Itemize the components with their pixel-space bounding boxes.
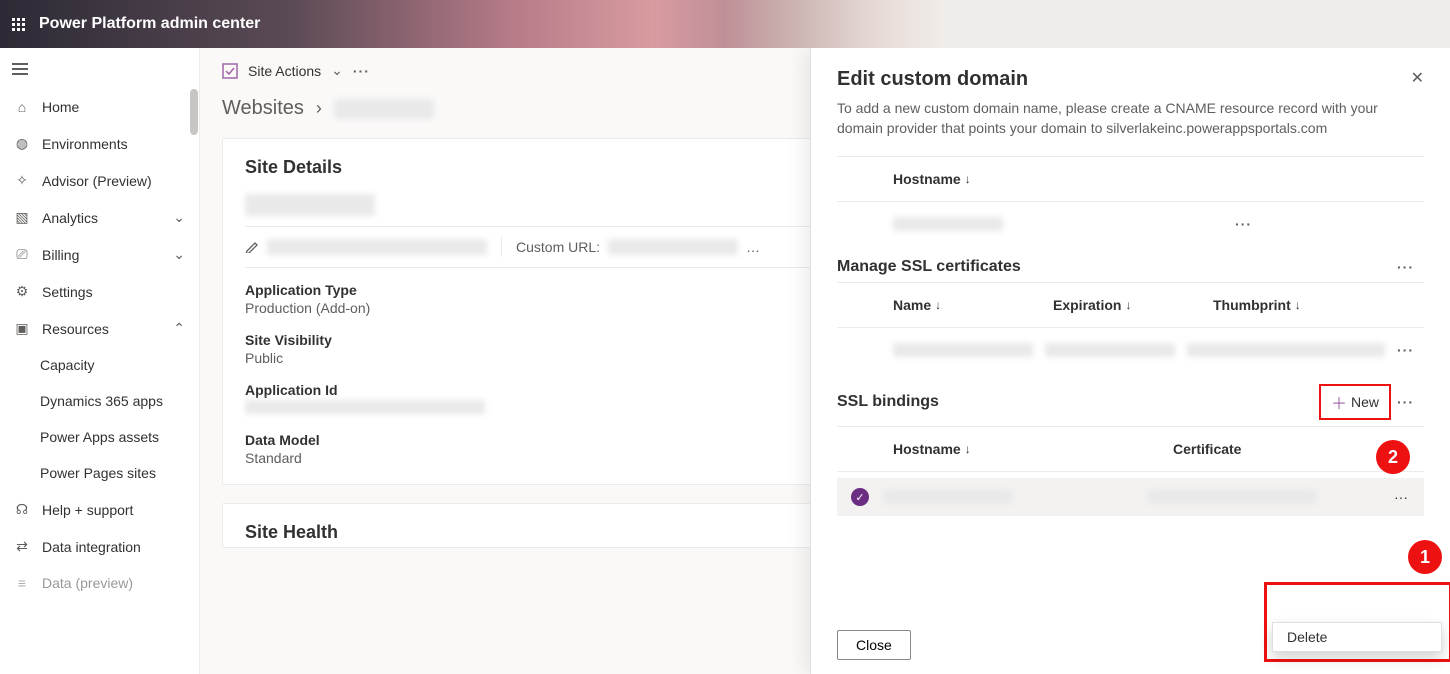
analytics-icon: ▧: [14, 209, 30, 226]
nav-label: Home: [42, 99, 79, 115]
panel-title: Edit custom domain: [837, 68, 1028, 91]
nav-paassets[interactable]: Power Apps assets: [0, 419, 199, 455]
col-expiration[interactable]: Expiration↓: [1053, 297, 1213, 313]
row-selected-icon[interactable]: ✓: [851, 488, 869, 506]
chevron-down-icon: ⌄: [173, 246, 185, 263]
site-actions-menu[interactable]: Site Actions: [248, 63, 321, 79]
callout-frame-1: [1264, 582, 1450, 616]
close-button[interactable]: Close: [837, 630, 911, 660]
col-certificate[interactable]: Certificate: [1173, 441, 1424, 457]
custom-url-label: Custom URL:: [516, 239, 600, 255]
custom-url-value: x: [608, 239, 738, 255]
data-icon: ≡: [14, 575, 30, 591]
col-name[interactable]: Name↓: [893, 297, 1053, 313]
ssl-cert-row[interactable]: x x x ···: [837, 334, 1424, 366]
nav-capacity[interactable]: Capacity: [0, 347, 199, 383]
callout-badge-1: 1: [1408, 540, 1442, 574]
ssl-columns: Name↓ Expiration↓ Thumbprint↓: [837, 289, 1424, 321]
gear-icon: ⚙: [14, 283, 30, 300]
chevron-right-icon: ›: [316, 98, 322, 119]
globe-icon: ◍: [14, 135, 30, 152]
bindings-section-title: SSL bindings: [837, 393, 939, 411]
row-more-icon[interactable]: ···: [1397, 342, 1414, 358]
resources-icon: ▣: [14, 320, 30, 337]
nav-ppsites[interactable]: Power Pages sites: [0, 455, 199, 491]
field-site-visibility: Site Visibility Public: [245, 332, 808, 366]
billing-icon: ⎚: [14, 246, 30, 263]
chevron-up-icon: ⌃: [173, 320, 185, 337]
hostname-row[interactable]: x ···: [837, 208, 1424, 240]
checkbox-icon: [222, 63, 238, 79]
nav-data-preview[interactable]: ≡ Data (preview): [0, 565, 199, 601]
nav-d365[interactable]: Dynamics 365 apps: [0, 383, 199, 419]
ssl-section-more-icon[interactable]: ···: [1397, 259, 1414, 275]
nav-advisor[interactable]: ✧ Advisor (Preview): [0, 162, 199, 199]
binding-row[interactable]: ✓ x x ···: [837, 478, 1424, 516]
close-icon[interactable]: ✕: [1411, 68, 1424, 88]
plus-icon: ＋: [1331, 390, 1347, 414]
nav-label: Billing: [42, 247, 79, 263]
nav-resources[interactable]: ▣ Resources ⌃: [0, 310, 199, 347]
site-url-value: x: [267, 239, 487, 255]
nav-label: Data (preview): [42, 575, 133, 591]
breadcrumb-root[interactable]: Websites: [222, 97, 304, 120]
row-more-icon[interactable]: ···: [1235, 216, 1252, 232]
new-binding-button[interactable]: ＋ New: [1319, 384, 1391, 420]
nav-label: Settings: [42, 284, 93, 300]
nav-label: Resources: [42, 321, 109, 337]
field-application-id: Application Id x: [245, 382, 808, 416]
col-hostname[interactable]: Hostname↓: [893, 441, 1173, 457]
chevron-down-icon: ⌄: [331, 62, 343, 79]
edit-custom-domain-panel: Edit custom domain ✕ To add a new custom…: [810, 48, 1450, 674]
site-name-value: x: [245, 194, 375, 216]
nav-label: Power Apps assets: [40, 429, 159, 445]
nav-settings[interactable]: ⚙ Settings: [0, 273, 199, 310]
nav-dataint[interactable]: ⇄ Data integration: [0, 528, 199, 565]
nav-label: Environments: [42, 136, 128, 152]
col-thumbprint[interactable]: Thumbprint↓: [1213, 297, 1424, 313]
nav-label: Dynamics 365 apps: [40, 393, 163, 409]
nav-billing[interactable]: ⎚ Billing ⌄: [0, 236, 199, 273]
chevron-down-icon: ⌄: [173, 209, 185, 226]
new-label: New: [1351, 394, 1379, 410]
col-hostname[interactable]: Hostname ↓: [893, 171, 971, 187]
nav-analytics[interactable]: ▧ Analytics ⌄: [0, 199, 199, 236]
hostnames-header: Hostname ↓: [837, 163, 1424, 195]
nav-help[interactable]: ☊ Help + support: [0, 491, 199, 528]
nav-label: Analytics: [42, 210, 98, 226]
field-application-type: Application Type Production (Add-on): [245, 282, 808, 316]
nav-label: Advisor (Preview): [42, 173, 152, 189]
home-icon: ⌂: [14, 99, 30, 115]
nav-label: Data integration: [42, 539, 141, 555]
nav-scrollbar[interactable]: [190, 89, 198, 135]
breadcrumb-current: x: [334, 99, 434, 119]
nav-environments[interactable]: ◍ Environments: [0, 125, 199, 162]
data-int-icon: ⇄: [14, 538, 30, 555]
headset-icon: ☊: [14, 501, 30, 518]
row-more-icon[interactable]: ···: [1394, 489, 1408, 505]
app-launcher-icon[interactable]: [12, 18, 25, 31]
advisor-icon: ✧: [14, 172, 30, 189]
ssl-section-title: Manage SSL certificates: [837, 258, 1021, 276]
more-icon[interactable]: …: [746, 239, 760, 255]
nav-label: Help + support: [42, 502, 133, 518]
nav-collapse-button[interactable]: [0, 48, 199, 89]
nav-label: Capacity: [40, 357, 94, 373]
nav-label: Power Pages sites: [40, 465, 156, 481]
nav-home[interactable]: ⌂ Home: [0, 89, 199, 125]
edit-url-icon[interactable]: [245, 239, 259, 256]
panel-description: To add a new custom domain name, please …: [837, 99, 1424, 138]
left-nav: ⌂ Home ◍ Environments ✧ Advisor (Preview…: [0, 48, 200, 674]
bindings-more-icon[interactable]: ···: [1397, 394, 1414, 410]
bindings-columns: Hostname↓ Certificate: [837, 433, 1424, 465]
sort-down-icon: ↓: [965, 172, 971, 186]
card-title: Site Details: [245, 157, 342, 178]
app-title: Power Platform admin center: [39, 15, 260, 33]
top-banner: Power Platform admin center: [0, 0, 1450, 48]
field-data-model: Data Model Standard: [245, 432, 808, 466]
more-icon[interactable]: ···: [353, 63, 370, 79]
